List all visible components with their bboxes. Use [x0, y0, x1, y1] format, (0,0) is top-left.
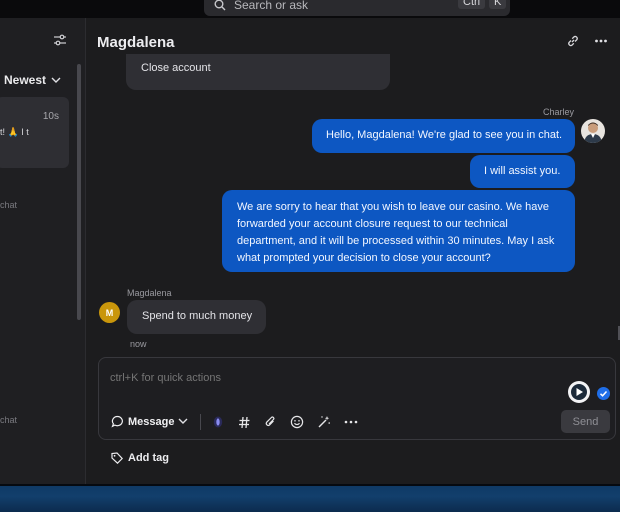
verified-check-icon	[597, 387, 610, 400]
send-button[interactable]: Send	[561, 410, 610, 433]
message-composer: Message Send	[98, 357, 616, 440]
sort-dropdown[interactable]: Newest	[4, 73, 61, 87]
sort-label: Newest	[4, 73, 47, 87]
message-type-label: Message	[128, 415, 175, 428]
message-text: We are sorry to hear that you wish to le…	[237, 201, 555, 264]
message-text: Close account	[141, 62, 211, 74]
message-input[interactable]	[110, 372, 510, 384]
message-sender: Magdalena	[127, 288, 172, 298]
toolbar-divider	[200, 414, 201, 430]
chat-bubble-icon	[111, 415, 123, 428]
conversation-item-active[interactable]: 10s t! 🙏 I t	[0, 97, 69, 168]
add-tag-button[interactable]: Add tag	[111, 452, 169, 464]
voice-input-icon[interactable]	[212, 415, 224, 429]
shortcut-k-key: K	[489, 0, 507, 9]
shortcut-ctrl-key: Ctrl	[458, 0, 486, 9]
conversation-time: 10s	[42, 111, 59, 122]
message-text: Hello, Magdalena! We're glad to see you …	[326, 129, 563, 141]
message-type-dropdown[interactable]: Message	[111, 415, 188, 428]
agent-avatar	[581, 119, 605, 143]
magic-wand-icon[interactable]	[317, 415, 331, 429]
message-time: now	[130, 339, 147, 349]
message-bubble: Hello, Magdalena! We're glad to see you …	[312, 119, 575, 153]
emoji-icon[interactable]	[290, 415, 304, 429]
search-placeholder: Search or ask	[234, 0, 309, 12]
message-bubble: Spend to much money	[127, 300, 266, 334]
sidebar-scrollbar[interactable]	[77, 64, 81, 320]
more-options-icon[interactable]	[594, 34, 608, 48]
ai-assistant-badge[interactable]	[568, 381, 590, 403]
search-icon	[214, 0, 226, 11]
chevron-down-icon	[178, 418, 188, 424]
chat-title: Magdalena	[97, 34, 175, 51]
conversation-item-label[interactable]: chat	[0, 415, 17, 425]
filter-settings-icon[interactable]	[53, 34, 67, 46]
message-bubble: I will assist you.	[470, 155, 575, 188]
message-sender: Charley	[543, 107, 575, 117]
tag-icon	[111, 452, 123, 464]
message-text: Spend to much money	[142, 310, 253, 322]
more-tools-icon[interactable]	[344, 419, 358, 425]
message-bubble: Close account	[126, 54, 390, 90]
hashtag-icon[interactable]	[238, 416, 251, 429]
message-text: I will assist you.	[484, 165, 561, 177]
desktop-background	[0, 484, 620, 512]
chevron-down-icon	[51, 77, 61, 83]
conversation-snippet: t! 🙏 I t	[0, 127, 29, 137]
conversation-list: Newest 10s t! 🙏 I t chat chat	[0, 18, 86, 484]
customer-avatar: M	[99, 302, 120, 323]
link-icon[interactable]	[566, 34, 580, 48]
conversation-item-label[interactable]: chat	[0, 200, 17, 210]
top-bar: Search or ask Ctrl K	[0, 0, 620, 18]
person-icon	[584, 122, 602, 143]
global-search[interactable]: Search or ask Ctrl K	[204, 0, 510, 16]
ai-assistant-icon	[571, 384, 587, 400]
message-bubble: We are sorry to hear that you wish to le…	[222, 190, 575, 272]
add-tag-label: Add tag	[128, 452, 169, 464]
attachment-icon[interactable]	[264, 415, 277, 429]
